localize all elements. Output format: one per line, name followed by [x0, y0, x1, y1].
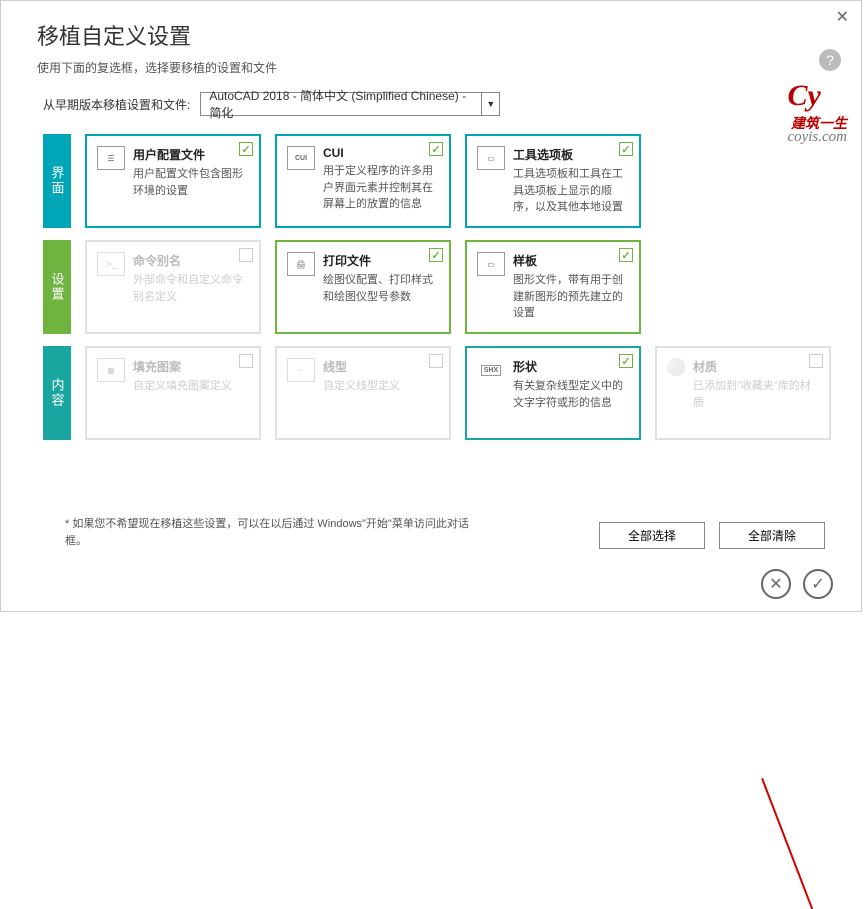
card-title: 命令别名 [133, 252, 249, 269]
card-alias: ＞_ 命令别名 外部命令和自定义命令别名定义 ✓ [85, 240, 261, 334]
card-title: 用户配置文件 [133, 146, 249, 163]
card-linetype: ┈ 线型 自定义线型定义 ✓ [275, 346, 451, 440]
tab-ui: 界面 [43, 134, 71, 228]
section-content: 内容 ▦ 填充图案 自定义填充图案定义 ✓ ┈ 线型 自定义线型定义 [43, 346, 825, 440]
alias-icon: ＞_ [97, 252, 125, 276]
card-shape[interactable]: SHX 形状 有关复杂线型定义中的文字字符或形的信息 ✓ [465, 346, 641, 440]
action-row: ✕ ✓ [761, 569, 833, 599]
card-desc: 自定义填充图案定义 [133, 378, 249, 395]
card-desc: 用于定义程序的许多用户界面元素并控制其在屏幕上的放置的信息 [323, 163, 439, 213]
checkbox-checked-icon[interactable]: ✓ [619, 248, 633, 262]
linetype-icon: ┈ [287, 358, 315, 382]
card-desc: 已添加到"收藏夹"库的材质 [693, 378, 819, 411]
template-icon: ▭ [477, 252, 505, 276]
source-row: 从早期版本移植设置和文件: AutoCAD 2018 - 简体中文 (Simpl… [1, 92, 861, 134]
source-label: 从早期版本移植设置和文件: [43, 96, 190, 113]
card-desc: 用户配置文件包含图形环境的设置 [133, 166, 249, 199]
card-desc: 图形文件，带有用于创建新图形的预先建立的设置 [513, 272, 629, 322]
printer-icon: 🖨 [287, 252, 315, 276]
source-select[interactable]: AutoCAD 2018 - 简体中文 (Simplified Chinese)… [200, 92, 500, 116]
section-ui: 界面 ☰ 用户配置文件 用户配置文件包含图形环境的设置 ✓ CUI CUI 用于… [43, 134, 825, 228]
card-title: 形状 [513, 358, 629, 375]
card-template[interactable]: ▭ 样板 图形文件，带有用于创建新图形的预先建立的设置 ✓ [465, 240, 641, 334]
source-value: AutoCAD 2018 - 简体中文 (Simplified Chinese)… [201, 84, 481, 124]
card-desc: 外部命令和自定义命令别名定义 [133, 272, 249, 305]
dialog-title: 移植自定义设置 [1, 1, 861, 59]
card-title: CUI [323, 146, 439, 160]
cards-settings: ＞_ 命令别名 外部命令和自定义命令别名定义 ✓ 🖨 打印文件 绘图仪配置、打印… [85, 240, 641, 334]
card-user-profile[interactable]: ☰ 用户配置文件 用户配置文件包含图形环境的设置 ✓ [85, 134, 261, 228]
material-icon [667, 358, 685, 376]
dialog-window: ✕ 移植自定义设置 使用下面的复选框，选择要移植的设置和文件 ? 从早期版本移植… [0, 0, 862, 612]
profile-icon: ☰ [97, 146, 125, 170]
hatch-icon: ▦ [97, 358, 125, 382]
card-desc: 自定义线型定义 [323, 378, 439, 395]
card-print-files[interactable]: 🖨 打印文件 绘图仪配置、打印样式和绘图仪型号参数 ✓ [275, 240, 451, 334]
ok-button[interactable]: ✓ [803, 569, 833, 599]
close-icon[interactable]: ✕ [836, 7, 849, 27]
checkbox-checked-icon[interactable]: ✓ [619, 142, 633, 156]
card-hatch: ▦ 填充图案 自定义填充图案定义 ✓ [85, 346, 261, 440]
section-settings: 设置 ＞_ 命令别名 外部命令和自定义命令别名定义 ✓ 🖨 打印文件 绘图仪配置… [43, 240, 825, 334]
card-title: 填充图案 [133, 358, 249, 375]
cards-ui: ☰ 用户配置文件 用户配置文件包含图形环境的设置 ✓ CUI CUI 用于定义程… [85, 134, 641, 228]
card-title: 样板 [513, 252, 629, 269]
card-title: 工具选项板 [513, 146, 629, 163]
checkbox-unchecked-icon: ✓ [809, 354, 823, 368]
button-row: 全部选择 全部清除 [599, 522, 825, 549]
palette-icon: ▭ [477, 146, 505, 170]
clear-all-button[interactable]: 全部清除 [719, 522, 825, 549]
cancel-button[interactable]: ✕ [761, 569, 791, 599]
checkbox-checked-icon[interactable]: ✓ [429, 142, 443, 156]
checkbox-checked-icon[interactable]: ✓ [239, 142, 253, 156]
tab-content: 内容 [43, 346, 71, 440]
card-desc: 绘图仪配置、打印样式和绘图仪型号参数 [323, 272, 439, 305]
sections: 界面 ☰ 用户配置文件 用户配置文件包含图形环境的设置 ✓ CUI CUI 用于… [1, 134, 861, 440]
card-title: 材质 [693, 358, 819, 375]
checkbox-checked-icon[interactable]: ✓ [619, 354, 633, 368]
tab-settings: 设置 [43, 240, 71, 334]
card-desc: 有关复杂线型定义中的文字字符或形的信息 [513, 378, 629, 411]
card-title: 线型 [323, 358, 439, 375]
help-icon[interactable]: ? [819, 49, 841, 71]
checkbox-unchecked-icon: ✓ [239, 248, 253, 262]
card-material: 材质 已添加到"收藏夹"库的材质 ✓ [655, 346, 831, 440]
card-desc: 工具选项板和工具在工具选项板上显示的顺序，以及其他本地设置 [513, 166, 629, 216]
card-tool-palette[interactable]: ▭ 工具选项板 工具选项板和工具在工具选项板上显示的顺序，以及其他本地设置 ✓ [465, 134, 641, 228]
card-cui[interactable]: CUI CUI 用于定义程序的许多用户界面元素并控制其在屏幕上的放置的信息 ✓ [275, 134, 451, 228]
cui-icon: CUI [287, 146, 315, 170]
shx-icon: SHX [477, 358, 505, 382]
card-title: 打印文件 [323, 252, 439, 269]
chevron-down-icon[interactable]: ▼ [481, 93, 499, 115]
cards-content: ▦ 填充图案 自定义填充图案定义 ✓ ┈ 线型 自定义线型定义 ✓ [85, 346, 831, 440]
select-all-button[interactable]: 全部选择 [599, 522, 705, 549]
footnote: * 如果您不希望现在移植这些设置，可以在以后通过 Windows"开始"菜单访问… [1, 506, 481, 551]
checkbox-checked-icon[interactable]: ✓ [429, 248, 443, 262]
checkbox-unchecked-icon: ✓ [239, 354, 253, 368]
checkbox-unchecked-icon: ✓ [429, 354, 443, 368]
